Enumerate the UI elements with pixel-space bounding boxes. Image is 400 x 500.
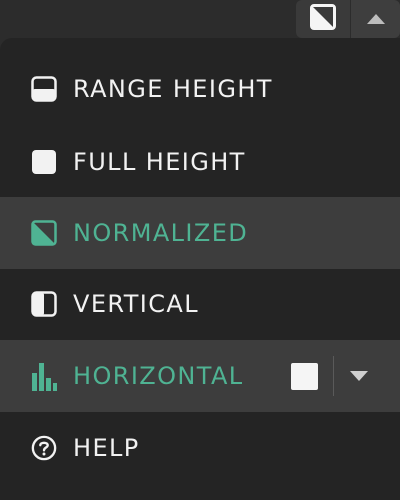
vertical-icon <box>31 291 57 317</box>
options-dropdown-button[interactable] <box>342 362 376 390</box>
collapse-menu-button[interactable] <box>351 0 400 38</box>
toolbar <box>0 0 400 40</box>
menu-item-help[interactable]: HELP <box>0 412 400 484</box>
menu-item-label: FULL HEIGHT <box>73 148 246 176</box>
view-mode-button[interactable] <box>296 0 350 38</box>
full-height-icon <box>31 149 57 175</box>
menu-item-label: HELP <box>73 434 140 462</box>
normalized-icon <box>31 220 57 246</box>
caret-down-icon <box>349 367 369 386</box>
menu-item-label: RANGE HEIGHT <box>73 75 273 103</box>
caret-up-icon <box>366 10 386 29</box>
help-circle-icon <box>31 435 57 461</box>
menu-item-horizontal[interactable]: HORIZONTAL <box>0 340 400 412</box>
menu-item-normalized[interactable]: NORMALIZED <box>0 197 400 269</box>
menu-item-label: VERTICAL <box>73 290 199 318</box>
color-swatch[interactable] <box>291 363 318 390</box>
menu-item-vertical[interactable]: VERTICAL <box>0 268 400 340</box>
menu-item-label: NORMALIZED <box>73 219 249 247</box>
view-mode-menu: RANGE HEIGHT FULL HEIGHT NORMALIZED VERT… <box>0 38 400 500</box>
divider <box>333 356 334 396</box>
menu-item-label: HORIZONTAL <box>73 362 244 390</box>
range-height-icon <box>31 76 57 102</box>
bar-chart-icon <box>31 363 57 391</box>
normalized-icon <box>310 4 336 34</box>
menu-item-full-height[interactable]: FULL HEIGHT <box>0 126 400 198</box>
menu-item-range-height[interactable]: RANGE HEIGHT <box>0 53 400 125</box>
